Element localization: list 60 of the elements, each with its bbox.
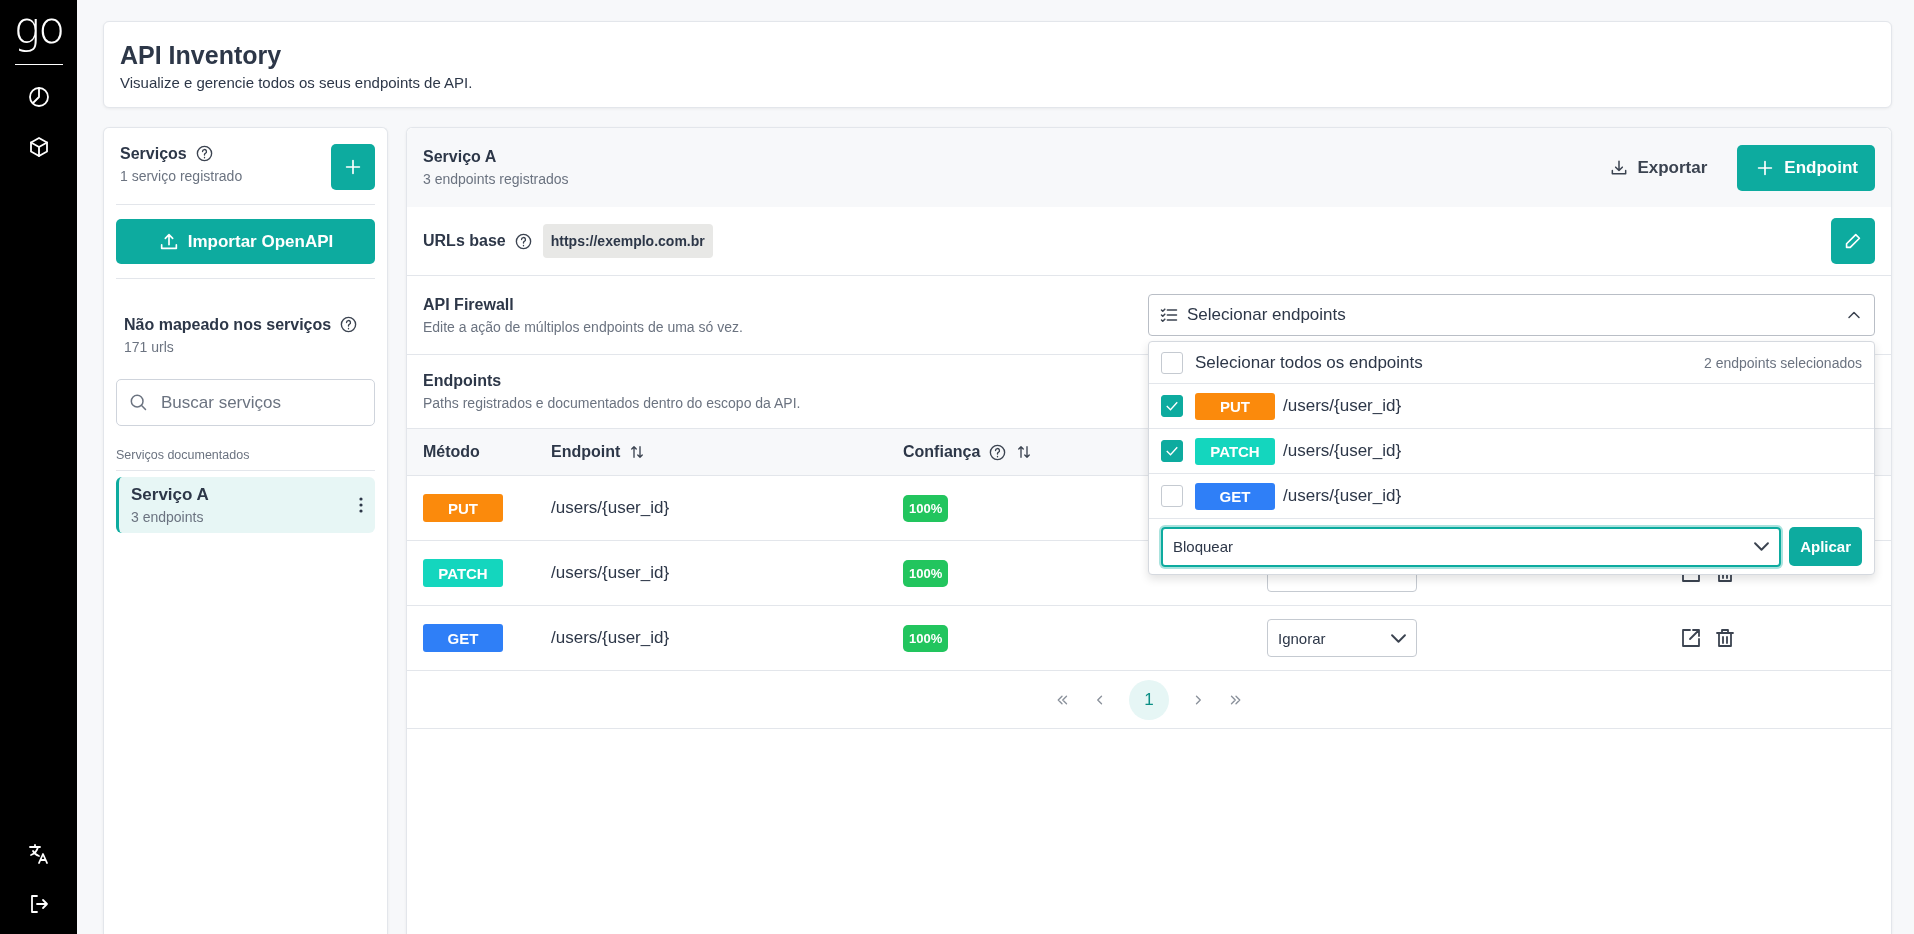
method-badge: GET <box>1195 482 1275 510</box>
page-subtitle: Visualize e gerencie todos os seus endpoints de API. <box>120 74 474 91</box>
service-endpoint-count: 3 endpoints <box>131 509 205 525</box>
firewall-subtitle: Edite a ação de múltiplos endpoints de uma só vez. <box>423 318 743 335</box>
pie-chart-icon[interactable] <box>26 85 51 109</box>
more-icon[interactable] <box>359 497 363 513</box>
checkbox[interactable] <box>1161 485 1183 507</box>
services-title: Serviços <box>120 144 187 163</box>
help-icon[interactable] <box>988 442 1008 462</box>
method-badge: PATCH <box>423 559 503 587</box>
service-subtitle: 3 endpoints registrados <box>423 171 569 187</box>
help-icon[interactable] <box>513 231 533 251</box>
selected-count: 2 endpoints selecionados <box>1704 354 1862 371</box>
help-icon[interactable] <box>194 144 214 163</box>
endpoints-title: Endpoints <box>423 372 503 390</box>
edit-button[interactable] <box>1831 218 1875 264</box>
checklist-icon <box>1159 305 1179 325</box>
confidence-badge: 100% <box>903 624 949 652</box>
checkbox[interactable] <box>1161 440 1183 462</box>
endpoint-path: /users/{user_id} <box>1283 441 1402 461</box>
logo[interactable]: go <box>13 6 64 50</box>
endpoint-path: /users/{user_id} <box>551 628 671 648</box>
method-badge: PUT <box>423 494 503 522</box>
endpoints-subtitle: Paths registrados e documentados dentro do escopo da API. <box>423 395 801 411</box>
action-select[interactable]: Bloquear <box>1161 526 1782 567</box>
service-name: Serviço A <box>131 485 209 505</box>
page-title: API Inventory <box>120 41 283 70</box>
chevron-down-icon <box>1391 633 1406 643</box>
column-header: Confiança <box>903 443 981 461</box>
endpoint-path: /users/{user_id} <box>551 498 671 518</box>
service-title: Serviço A <box>423 148 498 166</box>
url-chip: https://exemplo.com.br <box>542 224 713 258</box>
page-button[interactable]: 1 <box>1129 679 1169 720</box>
base-urls-label: URLs base <box>423 232 506 250</box>
confidence-badge: 100% <box>903 494 949 522</box>
checkbox[interactable] <box>1161 351 1183 374</box>
column-header: Endpoint <box>551 443 621 461</box>
firewall-title: API Firewall <box>423 295 515 314</box>
endpoint-path: /users/{user_id} <box>551 563 671 583</box>
chevron-down-icon <box>1754 542 1770 551</box>
method-badge: GET <box>423 624 503 652</box>
translate-icon[interactable] <box>26 842 51 866</box>
help-icon[interactable] <box>339 315 359 334</box>
method-badge: PATCH <box>1195 437 1275 465</box>
column-header: Método <box>423 443 480 461</box>
method-badge: PUT <box>1195 392 1275 420</box>
section-label: Serviços documentados <box>116 448 251 462</box>
export-button[interactable]: Exportar <box>1603 156 1714 179</box>
confidence-badge: 100% <box>903 559 949 587</box>
unmapped-count: 171 urls <box>124 339 175 355</box>
endpoint-selector[interactable]: Selecionar endpoints <box>1148 294 1875 336</box>
search-field[interactable]: Buscar serviços <box>116 379 375 426</box>
services-count: 1 serviço registrado <box>120 168 243 184</box>
select-all-label: Selecionar todos os endpoints <box>1195 352 1423 373</box>
service-item[interactable]: Serviço A 3 endpoints <box>116 477 375 533</box>
action-select[interactable]: Ignorar <box>1267 619 1417 657</box>
endpoint-path: /users/{user_id} <box>1283 486 1402 506</box>
endpoint-path: /users/{user_id} <box>1283 396 1402 416</box>
unmapped-title: Não mapeado nos serviços <box>124 315 332 334</box>
checkbox[interactable] <box>1161 395 1183 417</box>
